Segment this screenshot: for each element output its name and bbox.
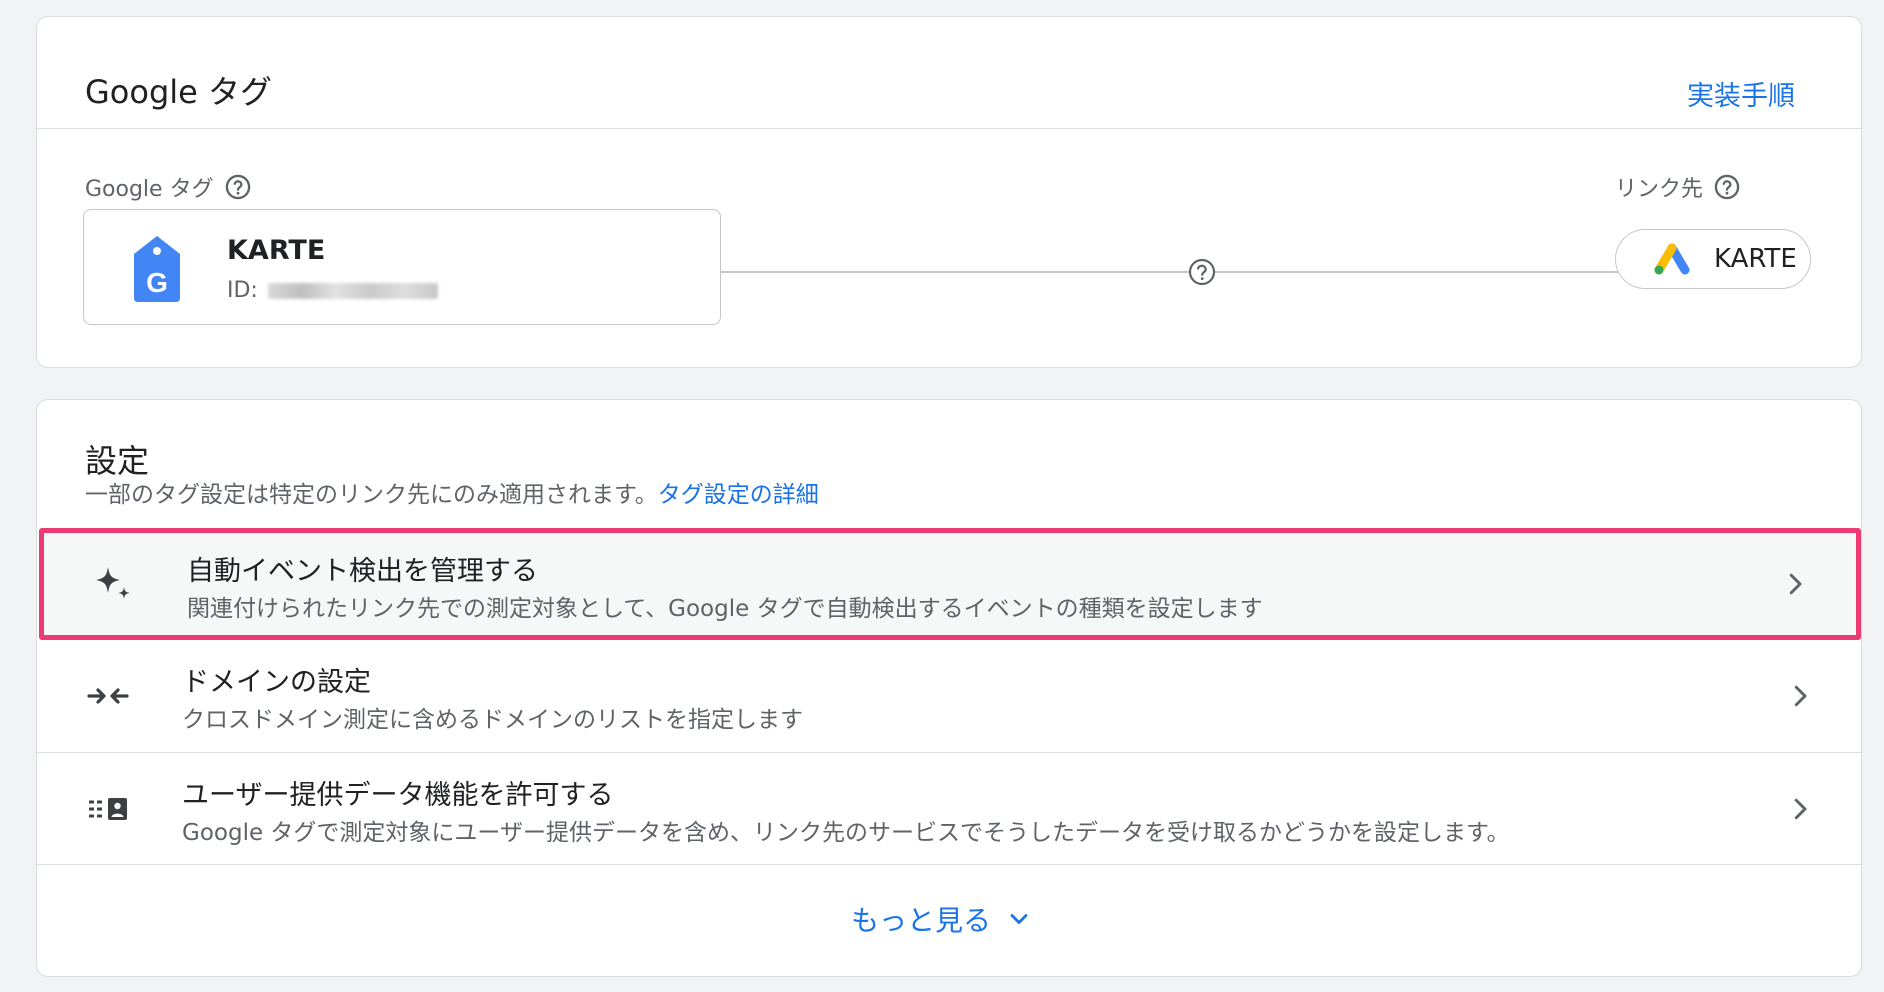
- card-title: Google タグ: [85, 73, 273, 111]
- tag-name: KARTE: [227, 235, 326, 266]
- tag-id: ID:: [227, 278, 438, 303]
- sparkle-icon: [90, 561, 136, 607]
- google-tag-label: Google タグ: [85, 171, 252, 203]
- tag-id-prefix: ID:: [227, 278, 258, 303]
- row-description: Google タグで測定対象にユーザー提供データを含め、リンク先のサービスでそう…: [182, 820, 1510, 846]
- arrows-inward-icon: [85, 673, 131, 719]
- card-header: Google タグ 実装手順: [37, 17, 1861, 129]
- google-tag-icon: G: [132, 234, 182, 304]
- implementation-steps-link[interactable]: 実装手順: [1687, 74, 1795, 113]
- destination-label-text: リンク先: [1615, 177, 1704, 202]
- help-icon[interactable]: [224, 173, 252, 201]
- chevron-right-icon: [1780, 569, 1810, 599]
- settings-row-user-provided-data[interactable]: ユーザー提供データ機能を許可する Google タグで測定対象にユーザー提供デー…: [37, 752, 1861, 864]
- help-icon[interactable]: [1713, 173, 1741, 201]
- row-title: 自動イベント検出を管理する: [187, 556, 538, 587]
- destination-label: リンク先: [1615, 171, 1741, 203]
- google-tag-box[interactable]: G KARTE ID:: [83, 209, 721, 325]
- settings-description: 一部のタグ設定は特定のリンク先にのみ適用されます。タグ設定の詳細: [85, 475, 819, 509]
- google-tag-label-text: Google タグ: [85, 177, 214, 202]
- row-description: クロスドメイン測定に含めるドメインのリストを指定します: [182, 707, 803, 733]
- user-data-icon: [85, 786, 131, 832]
- destination-name: KARTE: [1714, 244, 1797, 274]
- google-ads-icon: [1652, 243, 1692, 275]
- more-bar: もっと見る: [37, 864, 1861, 976]
- show-more-button[interactable]: もっと見る: [851, 899, 1033, 939]
- svg-text:G: G: [146, 267, 168, 298]
- chevron-right-icon: [1785, 794, 1815, 824]
- destination-pill[interactable]: KARTE: [1615, 229, 1811, 289]
- chevron-right-icon: [1785, 681, 1815, 711]
- tag-id-redacted: [267, 282, 438, 299]
- tag-settings-details-link[interactable]: タグ設定の詳細: [658, 482, 819, 508]
- row-title: ドメインの設定: [182, 667, 371, 698]
- settings-description-text: 一部のタグ設定は特定のリンク先にのみ適用されます。: [85, 482, 658, 508]
- settings-row-auto-event-detection[interactable]: 自動イベント検出を管理する 関連付けられたリンク先での測定対象として、Googl…: [39, 528, 1861, 640]
- settings-row-domain-settings[interactable]: ドメインの設定 クロスドメイン測定に含めるドメインのリストを指定します: [37, 640, 1861, 752]
- link-connector: [721, 257, 1643, 287]
- row-title: ユーザー提供データ機能を許可する: [182, 780, 614, 811]
- show-more-label: もっと見る: [851, 904, 992, 937]
- settings-card: 設定 一部のタグ設定は特定のリンク先にのみ適用されます。タグ設定の詳細 自動イベ…: [36, 399, 1862, 977]
- row-description: 関連付けられたリンク先での測定対象として、Google タグで自動検出するイベン…: [187, 596, 1263, 622]
- chevron-down-icon: [1005, 905, 1033, 933]
- google-tag-card: Google タグ 実装手順 Google タグ G KARTE ID: リンク…: [36, 16, 1862, 368]
